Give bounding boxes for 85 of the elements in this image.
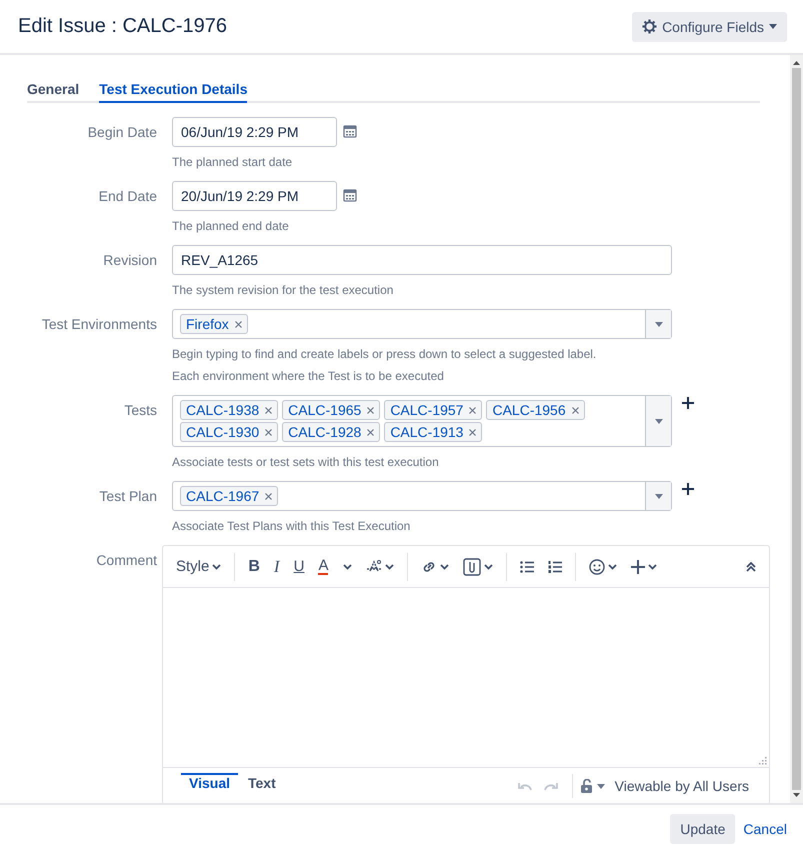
remove-icon[interactable] [367,428,374,436]
caret-icon [608,564,617,570]
tag-chip[interactable]: CALC-1957 [384,400,482,420]
resize-grip-icon[interactable] [759,757,767,765]
text-color-button[interactable]: A [313,552,357,580]
help-text: Associate Test Plans with this Test Execution [172,519,412,533]
tag-chip[interactable]: CALC-1967 [180,486,278,506]
tag-chip[interactable]: CALC-1928 [282,422,380,442]
configure-fields-button[interactable]: Configure Fields [632,12,787,42]
tab[interactable]: General [27,77,80,103]
caret-icon [484,564,493,570]
caret-icon [384,564,394,570]
field-label: End Date [98,187,157,206]
caret-icon [654,494,662,498]
multi-select-field[interactable]: CALC-1938 CALC-1965 CALC-1957 CALC-1956 CALC-1930 CALC-1928 CALC-1913 [172,395,672,447]
field-label: Revision [102,251,157,270]
scrollbar[interactable] [790,55,803,803]
calendar-icon[interactable] [343,124,357,138]
remove-icon[interactable] [367,406,374,414]
dropdown-button[interactable] [645,482,671,510]
help-text: The planned start date [172,155,294,169]
scroll-down-icon[interactable] [793,793,800,797]
remove-icon[interactable] [469,406,476,414]
help-text: Each environment where the Test is to be executed [172,369,445,383]
editor-mode-tab[interactable]: Visual [181,773,238,799]
tag-chip[interactable]: CALC-1965 [282,400,380,420]
caret-icon [596,784,605,788]
multi-select-field[interactable]: Firefox [172,309,672,339]
undo-icon [518,782,532,790]
comment-editor[interactable]: Style B I U A Visual Text Viewable by All Users [162,545,770,803]
dropdown-button[interactable] [645,310,671,338]
underline-button[interactable]: U [288,552,310,580]
tag-chip[interactable]: Firefox [180,314,248,334]
field-label: Test Plan [98,487,157,506]
multi-select-field[interactable]: CALC-1967 [172,481,672,511]
field-label: Begin Date [86,123,157,142]
caret-icon [440,564,449,570]
italic-button[interactable]: I [268,552,285,580]
field-label: Test Environments [40,315,157,334]
bold-button[interactable]: B [243,552,265,580]
caret-icon [654,322,662,326]
remove-icon[interactable] [265,492,272,500]
remove-icon[interactable] [265,428,272,436]
redo-icon [544,782,558,790]
numbered-list-icon [548,560,562,572]
caret-icon [654,418,662,424]
help-text: The system revision for the test execution [172,283,394,297]
tab[interactable]: Test Execution Details [99,77,248,103]
help-text: The planned end date [172,219,290,233]
remove-icon[interactable] [572,406,579,414]
tag-chip[interactable]: CALC-1930 [180,422,278,442]
field-label: Comment [95,551,157,570]
plus-icon [682,397,694,409]
emoji-icon [588,558,605,574]
tag-chip[interactable]: CALC-1913 [384,422,482,442]
style-dropdown[interactable]: Style [171,552,226,580]
tag-chip[interactable]: CALC-1956 [486,400,585,420]
remove-icon[interactable] [469,428,476,436]
scroll-up-icon[interactable] [793,61,800,65]
unlock-icon [580,779,593,793]
caret-icon [212,564,222,570]
update-button[interactable]: Update [670,814,736,844]
help-text: Begin typing to find and create labels or press down to select a suggested label. [172,347,598,361]
caret-icon [648,564,657,570]
dialog-title: Edit Issue : CALC-1976 [18,15,227,38]
visibility-button[interactable]: Viewable by All Users [572,774,757,798]
editor-mode-tab[interactable]: Text [240,773,284,799]
calendar-icon[interactable] [343,188,357,202]
attachment-icon [462,558,481,576]
date-field[interactable]: 20/Jun/19 2:29 PM [172,181,337,211]
bullet-list-icon [520,560,534,572]
plus-icon [682,483,694,495]
text-field[interactable]: REV_A1265 [172,245,672,275]
help-text: Associate tests or test sets with this test execution [172,455,440,469]
cancel-link[interactable]: Cancel [743,821,787,837]
tag-chip[interactable]: CALC-1938 [180,400,278,420]
plus-icon [630,560,645,574]
collapse-icon [746,562,756,572]
caret-icon [769,24,777,29]
gear-icon [642,19,658,34]
remove-icon[interactable] [234,320,242,328]
remove-icon[interactable] [265,406,272,414]
date-field[interactable]: 06/Jun/19 2:29 PM [172,117,337,147]
field-label: Tests [123,401,157,420]
caret-icon [342,564,352,570]
